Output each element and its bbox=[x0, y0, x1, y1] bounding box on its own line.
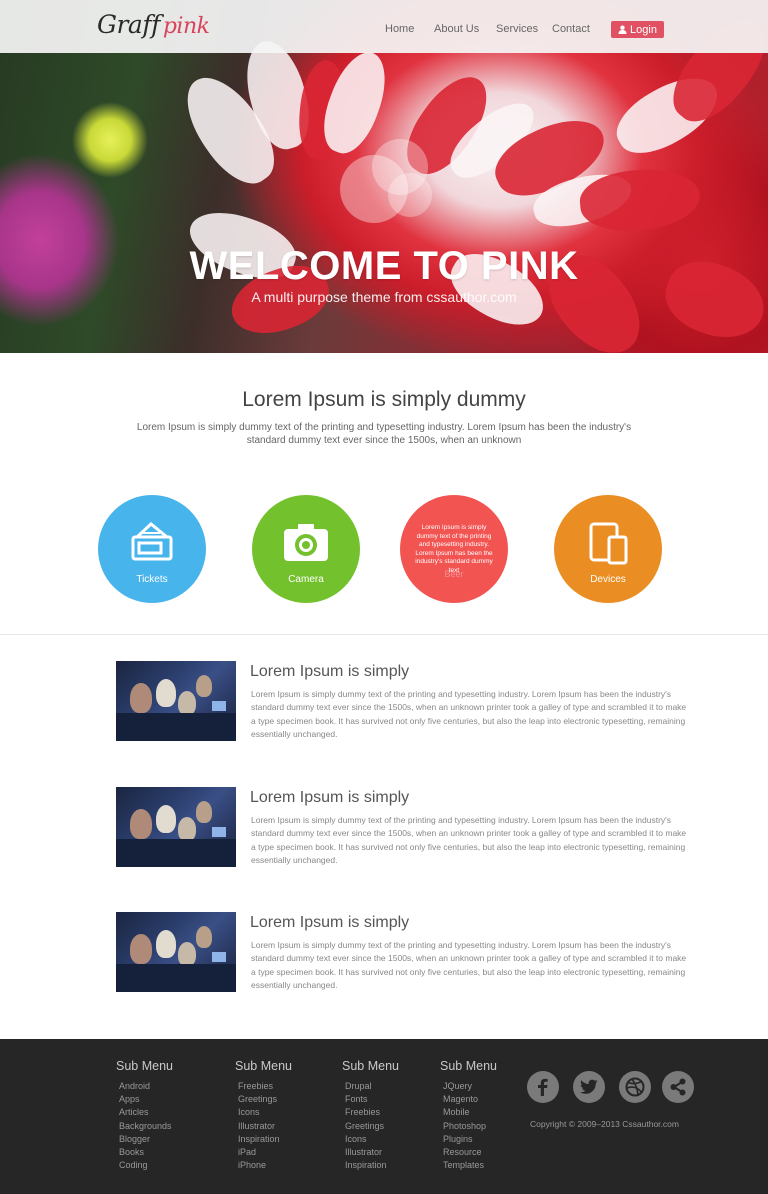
article-thumbnail[interactable] bbox=[116, 661, 236, 741]
footer-link[interactable]: Inspiration bbox=[238, 1133, 292, 1146]
devices-icon bbox=[589, 522, 628, 565]
logo-text-accent: pink bbox=[162, 14, 210, 39]
footer-link[interactable]: Icons bbox=[345, 1133, 399, 1146]
share-button[interactable] bbox=[662, 1071, 694, 1103]
footer-link[interactable]: Blogger bbox=[119, 1133, 173, 1146]
top-navbar: Graff pink Home About Us Services Contact… bbox=[0, 0, 768, 53]
footer-link[interactable]: Illustrator bbox=[238, 1120, 292, 1133]
article-item: Lorem Ipsum is simply Lorem Ipsum is sim… bbox=[116, 912, 688, 994]
dribbble-icon bbox=[625, 1077, 645, 1097]
footer-link[interactable]: Plugins bbox=[443, 1133, 497, 1146]
copyright-text: Copyright © 2009–2013 Cssauthor.com bbox=[530, 1119, 679, 1129]
feature-label: Devices bbox=[590, 574, 626, 585]
nav-about-us[interactable]: About Us bbox=[434, 23, 479, 35]
dribbble-button[interactable] bbox=[619, 1071, 651, 1103]
login-button[interactable]: Login bbox=[611, 21, 664, 38]
login-label: Login bbox=[630, 23, 657, 36]
site-logo[interactable]: Graff pink bbox=[97, 10, 210, 39]
article-title: Lorem Ipsum is simply bbox=[250, 914, 410, 931]
article-text: Lorem Ipsum is simply dummy text of the … bbox=[251, 940, 687, 990]
footer-link[interactable]: Apps bbox=[119, 1093, 173, 1106]
nav-services[interactable]: Services bbox=[496, 23, 538, 35]
article-text: Lorem Ipsum is simply dummy text of the … bbox=[251, 689, 687, 739]
user-icon bbox=[618, 25, 627, 34]
article-title: Lorem Ipsum is simply bbox=[250, 789, 410, 806]
footer-column: Sub Menu Freebies Greetings Icons Illust… bbox=[235, 1059, 292, 1172]
feature-devices[interactable]: Devices bbox=[554, 495, 662, 603]
footer-heading: Sub Menu bbox=[440, 1059, 497, 1073]
share-icon bbox=[670, 1078, 686, 1096]
camera-icon bbox=[284, 524, 328, 561]
feature-hover-text: Lorem Ipsum is simply dummy text of the … bbox=[415, 524, 493, 574]
article-item: Lorem Ipsum is simply Lorem Ipsum is sim… bbox=[116, 661, 688, 743]
nav-home[interactable]: Home bbox=[385, 23, 414, 35]
footer-link[interactable]: Greetings bbox=[238, 1093, 292, 1106]
footer-heading: Sub Menu bbox=[342, 1059, 399, 1073]
footer-link[interactable]: Templates bbox=[443, 1159, 497, 1172]
footer-link[interactable]: Fonts bbox=[345, 1093, 399, 1106]
intro-title: Lorem Ipsum is simply dummy bbox=[242, 388, 526, 411]
footer-link[interactable]: Resource bbox=[443, 1146, 497, 1159]
footer-heading: Sub Menu bbox=[116, 1059, 173, 1073]
footer-link[interactable]: Backgrounds bbox=[119, 1120, 173, 1133]
footer-heading: Sub Menu bbox=[235, 1059, 292, 1073]
facebook-icon bbox=[538, 1078, 548, 1096]
footer-link[interactable]: iPhone bbox=[238, 1159, 292, 1172]
footer-link[interactable]: Magento bbox=[443, 1093, 497, 1106]
logo-mark-icon bbox=[340, 139, 432, 223]
article-text: Lorem Ipsum is simply dummy text of the … bbox=[251, 815, 687, 865]
footer-link[interactable]: Drupal bbox=[345, 1080, 399, 1093]
footer-link[interactable]: Photoshop bbox=[443, 1120, 497, 1133]
article-thumbnail[interactable] bbox=[116, 912, 236, 992]
feature-tickets[interactable]: Tickets bbox=[98, 495, 206, 603]
footer-column: Sub Menu JQuery Magento Mobile Photoshop… bbox=[440, 1059, 497, 1172]
footer-link[interactable]: Greetings bbox=[345, 1120, 399, 1133]
footer-link[interactable]: Books bbox=[119, 1146, 173, 1159]
nav-contact[interactable]: Contact bbox=[552, 23, 590, 35]
twitter-button[interactable] bbox=[573, 1071, 605, 1103]
intro-text: Lorem Ipsum is simply dummy text of the … bbox=[136, 422, 632, 446]
site-footer: Sub Menu Android Apps Articles Backgroun… bbox=[0, 1039, 768, 1194]
feature-camera[interactable]: Camera bbox=[252, 495, 360, 603]
article-title: Lorem Ipsum is simply bbox=[250, 663, 410, 680]
footer-link[interactable]: Illustrator bbox=[345, 1146, 399, 1159]
footer-link[interactable]: Freebies bbox=[238, 1080, 292, 1093]
feature-label: Tickets bbox=[136, 574, 168, 585]
section-divider bbox=[0, 634, 768, 635]
footer-column: Sub Menu Drupal Fonts Freebies Greetings… bbox=[342, 1059, 399, 1172]
footer-link[interactable]: Android bbox=[119, 1080, 173, 1093]
logo-text: Graff bbox=[97, 10, 160, 39]
article-item: Lorem Ipsum is simply Lorem Ipsum is sim… bbox=[116, 787, 688, 869]
footer-link[interactable]: Articles bbox=[119, 1106, 173, 1119]
footer-link[interactable]: Freebies bbox=[345, 1106, 399, 1119]
footer-link[interactable]: Coding bbox=[119, 1159, 173, 1172]
twitter-icon bbox=[580, 1079, 598, 1094]
footer-link[interactable]: Icons bbox=[238, 1106, 292, 1119]
footer-link[interactable]: Inspiration bbox=[345, 1159, 399, 1172]
feature-label: Camera bbox=[288, 574, 324, 585]
feature-label: Beer bbox=[444, 569, 464, 579]
hero-subtitle: A multi purpose theme from cssauthor.com bbox=[251, 289, 517, 305]
article-thumbnail[interactable] bbox=[116, 787, 236, 867]
footer-link[interactable]: JQuery bbox=[443, 1080, 497, 1093]
facebook-button[interactable] bbox=[527, 1071, 559, 1103]
feature-beer[interactable]: Lorem Ipsum is simply dummy text of the … bbox=[400, 495, 508, 603]
footer-link[interactable]: Mobile bbox=[443, 1106, 497, 1119]
footer-link[interactable]: iPad bbox=[238, 1146, 292, 1159]
footer-column: Sub Menu Android Apps Articles Backgroun… bbox=[116, 1059, 173, 1172]
hero-title: WELCOME TO PINK bbox=[189, 244, 579, 288]
ticket-icon bbox=[131, 522, 173, 561]
